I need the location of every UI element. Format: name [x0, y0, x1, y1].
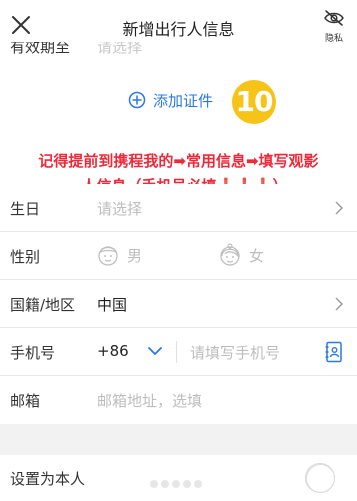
page-title: 新增出行人信息: [122, 20, 235, 39]
birthday-row[interactable]: 生日 请选择: [0, 184, 357, 232]
birthday-placeholder: 请选择: [97, 200, 143, 218]
add-certificate-section: 添加证件: [0, 68, 357, 128]
phone-label: 手机号: [10, 344, 56, 362]
annotation-line-1: 记得提前到携程我的➡常用信息➡填写观影: [38, 152, 319, 170]
expiry-label: 有效期至: [10, 42, 71, 56]
chevron-down-icon[interactable]: [148, 347, 162, 356]
male-avatar-icon: [98, 246, 118, 266]
set-as-self-label: 设置为本人: [10, 470, 86, 488]
step-number-badge: 10: [232, 80, 276, 124]
phone-input[interactable]: 请填写手机号: [190, 342, 280, 363]
gender-row: 性别 男 女: [0, 232, 357, 280]
dot: [194, 480, 202, 488]
contacts-book-icon[interactable]: [325, 341, 343, 363]
plus-circle-icon: [128, 91, 146, 109]
female-avatar-icon: [220, 243, 240, 266]
chevron-right-icon: [335, 201, 343, 215]
expiry-placeholder: 请选择: [97, 42, 143, 56]
eye-off-icon: [324, 10, 344, 26]
dot: [172, 480, 180, 488]
privacy-toggle[interactable]: 隐私: [321, 10, 347, 44]
birthday-label: 生日: [10, 200, 41, 218]
expiry-row[interactable]: 有效期至 请选择: [0, 42, 357, 68]
email-input[interactable]: 邮箱地址，选填: [97, 390, 202, 411]
email-row: 邮箱 邮箱地址，选填: [0, 376, 357, 424]
loading-dots: [150, 480, 205, 488]
field-divider: [176, 341, 177, 363]
gender-label: 性别: [10, 248, 41, 266]
nationality-row[interactable]: 国籍/地区 中国: [0, 280, 357, 328]
dot: [150, 480, 158, 488]
phone-row: 手机号 +86 请填写手机号: [0, 328, 357, 376]
gender-male-option[interactable]: 男: [97, 243, 142, 267]
add-certificate-label: 添加证件: [153, 91, 214, 110]
gender-female-option[interactable]: 女: [219, 243, 264, 267]
traveler-form: 生日 请选择 性别 男 女 国籍/地区 中国 手机号 +86 请填写手机号 邮箱…: [0, 184, 357, 424]
set-as-self-toggle[interactable]: [305, 463, 335, 493]
chevron-right-icon: [335, 297, 343, 311]
dot: [161, 480, 169, 488]
dot: [183, 480, 191, 488]
gender-female-label: 女: [249, 246, 265, 265]
add-certificate-button[interactable]: 添加证件: [128, 90, 213, 110]
set-as-self-row: 设置为本人: [0, 455, 357, 501]
gender-male-label: 男: [127, 246, 143, 265]
email-label: 邮箱: [10, 392, 41, 410]
nationality-value: 中国: [97, 296, 128, 314]
nationality-label: 国籍/地区: [10, 296, 76, 314]
country-code-select[interactable]: +86: [97, 342, 129, 360]
